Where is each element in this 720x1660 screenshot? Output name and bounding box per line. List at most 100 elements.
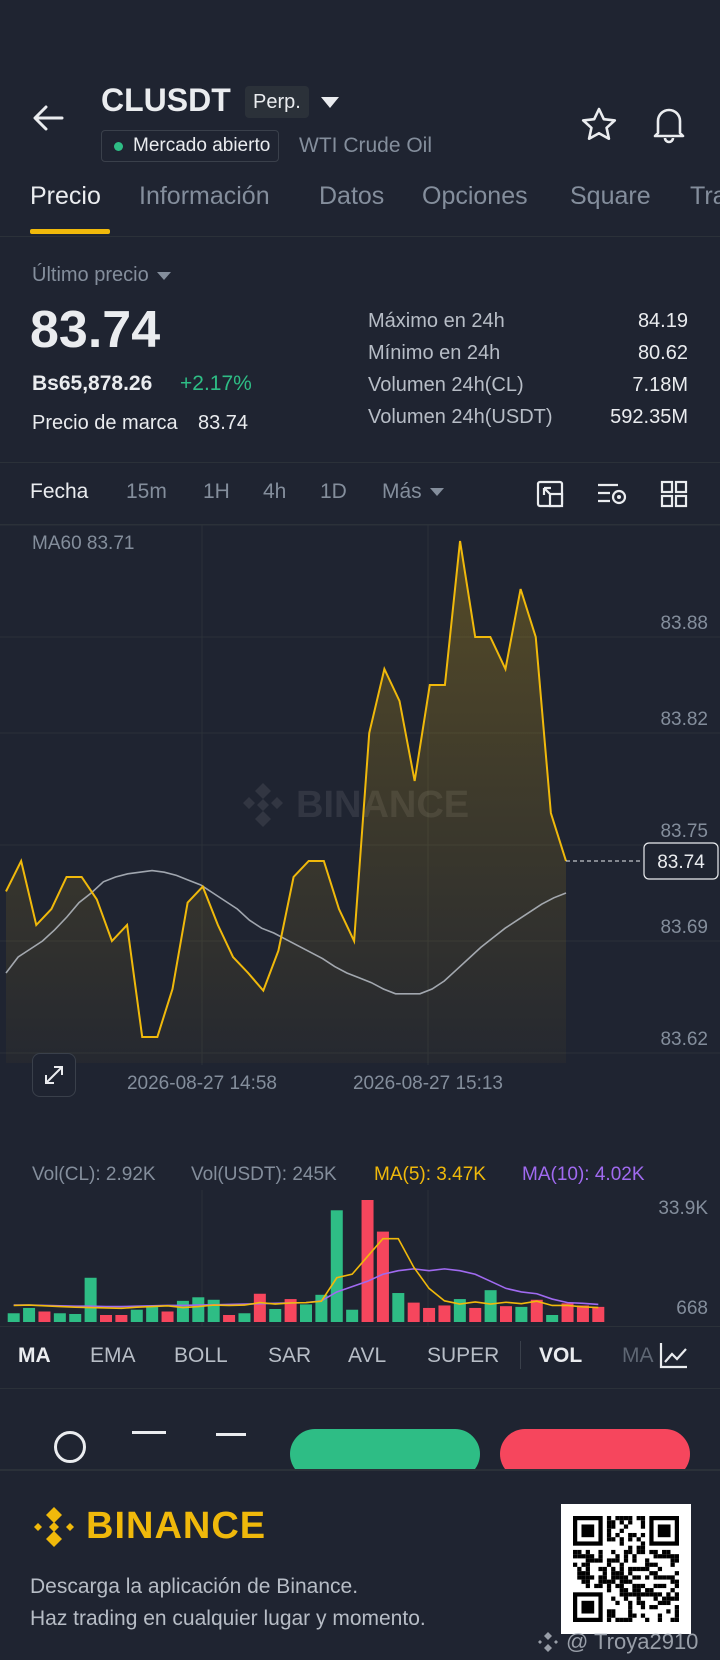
indicator-avl[interactable]: AVL <box>348 1344 386 1368</box>
volume-bar <box>38 1311 51 1322</box>
x-axis-tick-label: 2026-08-27 14:58 <box>127 1073 277 1094</box>
symbol-dropdown-icon[interactable] <box>320 96 340 110</box>
timeframe-more-dropdown[interactable]: Más <box>382 480 444 504</box>
layout-grid-icon[interactable] <box>659 479 689 509</box>
volume-bar <box>392 1293 405 1322</box>
chart-settings-icon[interactable] <box>596 479 628 509</box>
y-axis-tick-label: 83.88 <box>660 613 708 634</box>
bottom-action-bar <box>0 1389 720 1469</box>
timeframe-fecha[interactable]: Fecha <box>30 480 88 504</box>
mark-price-value: 83.74 <box>198 412 249 434</box>
tab-trading[interactable]: Tra <box>690 182 720 211</box>
alert-icon[interactable] <box>216 1433 246 1447</box>
price-type-dropdown[interactable]: Último precio <box>32 264 171 287</box>
volume-bar <box>515 1306 528 1322</box>
stat-value-vol-usdt: 592.35M <box>610 406 688 428</box>
volume-y-tick-label: 668 <box>676 1298 708 1319</box>
volume-bar <box>161 1311 174 1322</box>
fullscreen-chart-icon[interactable] <box>535 479 565 509</box>
caret-down-icon <box>156 271 171 280</box>
footer-banner: BINANCE Descarga la aplicación de Binanc… <box>0 1469 720 1660</box>
stat-label-low: Mínimo en 24h <box>368 342 501 364</box>
perp-badge: Perp. <box>245 86 309 118</box>
promo-line-2: Haz trading en cualquier lugar y momento… <box>30 1607 426 1630</box>
volume-bar <box>23 1307 36 1322</box>
panel-divider <box>0 462 720 463</box>
indicator-super[interactable]: SUPER <box>427 1344 499 1368</box>
indicator-boll[interactable]: BOLL <box>174 1344 228 1368</box>
volume-bar <box>346 1309 359 1322</box>
last-price: 83.74 <box>30 301 161 359</box>
volume-bar <box>146 1306 159 1322</box>
credit-watermark: @ Troya2910 <box>536 1629 698 1655</box>
buy-button[interactable] <box>290 1429 480 1469</box>
active-tab-indicator <box>30 229 110 234</box>
volume-bar <box>253 1293 266 1322</box>
stat-value-high: 84.19 <box>637 310 688 332</box>
y-axis-tick-label: 83.75 <box>660 821 708 842</box>
volume-bar <box>69 1313 82 1322</box>
timeframe-15m[interactable]: 15m <box>126 480 167 504</box>
volume-bar <box>300 1304 312 1322</box>
stat-value-vol-cl: 7.18M <box>632 374 688 396</box>
bell-icon[interactable] <box>650 104 688 144</box>
tab-datos[interactable]: Datos <box>319 182 384 211</box>
volume-bar <box>115 1315 128 1322</box>
y-axis-tick-label: 83.69 <box>660 917 708 938</box>
current-price-tag-text: 83.74 <box>657 852 705 873</box>
volume-chart[interactable]: 33.9K 668 <box>0 1190 720 1326</box>
volume-bar <box>469 1307 482 1322</box>
price-chart[interactable]: BINANCE 83.9583.8883.8283.7583.6983.62 2… <box>0 525 720 1130</box>
timeframe-1h[interactable]: 1H <box>203 480 230 504</box>
instrument-name: WTI Crude Oil <box>299 134 433 157</box>
price-area-fill <box>6 541 566 1063</box>
indicator-more-cut[interactable]: MA <box>622 1344 654 1368</box>
timeframe-4h[interactable]: 4h <box>263 480 286 504</box>
market-status-badge: Mercado abierto <box>101 130 280 162</box>
volume-bar <box>223 1315 236 1322</box>
indicator-ma[interactable]: MA <box>18 1344 51 1368</box>
stat-label-high: Máximo en 24h <box>368 310 505 332</box>
tab-square[interactable]: Square <box>570 182 651 211</box>
price-type-label: Último precio <box>32 264 149 286</box>
volume-bar <box>176 1300 189 1322</box>
star-icon[interactable] <box>580 106 618 144</box>
tab-opciones[interactable]: Opciones <box>422 182 528 211</box>
timeframe-1d[interactable]: 1D <box>320 480 347 504</box>
y-axis-tick-label: 83.82 <box>660 709 708 730</box>
stat-label-vol-usdt: Volumen 24h(USDT) <box>368 406 553 428</box>
tab-informacion[interactable]: Información <box>139 182 270 211</box>
y-axis-tick-label: 83.62 <box>660 1029 708 1050</box>
volume-bar <box>592 1306 605 1322</box>
volume-bar <box>438 1305 451 1322</box>
expand-chart-icon[interactable] <box>32 1053 76 1097</box>
binance-brand: BINANCE <box>86 1505 267 1547</box>
sell-button[interactable] <box>500 1429 690 1469</box>
back-icon[interactable] <box>28 98 68 138</box>
indicator-vol[interactable]: VOL <box>539 1344 582 1368</box>
timeframe-more-label: Más <box>382 480 422 503</box>
volume-bar <box>269 1309 282 1322</box>
indicator-ema[interactable]: EMA <box>90 1344 136 1368</box>
vol-ma5-line <box>13 1237 599 1310</box>
indicator-sar[interactable]: SAR <box>268 1344 311 1368</box>
stat-value-low: 80.62 <box>637 342 688 364</box>
chart-toggle-icon[interactable] <box>132 1431 166 1445</box>
tab-precio[interactable]: Precio <box>30 182 101 211</box>
more-icon[interactable] <box>54 1431 86 1463</box>
volume-bar <box>84 1277 97 1322</box>
market-status-text: Mercado abierto <box>133 135 271 156</box>
vol-ma5-label: MA(5): 3.47K <box>374 1164 486 1185</box>
credit-text: @ Troya2910 <box>566 1629 699 1654</box>
qr-code[interactable] <box>561 1504 691 1634</box>
volume-bar <box>192 1297 205 1322</box>
status-dot-icon <box>114 141 123 151</box>
vol-cl-label: Vol(CL): 2.92K <box>32 1164 156 1185</box>
volume-bar <box>130 1309 143 1322</box>
x-axis-tick-label: 2026-08-27 15:13 <box>353 1073 503 1094</box>
ma60-label: MA60 83.71 <box>32 533 135 554</box>
indicator-separator <box>520 1341 521 1369</box>
symbol-title[interactable]: CLUSDT <box>101 82 231 119</box>
vol-ma10-label: MA(10): 4.02K <box>522 1164 645 1185</box>
indicator-settings-icon[interactable] <box>658 1340 690 1370</box>
